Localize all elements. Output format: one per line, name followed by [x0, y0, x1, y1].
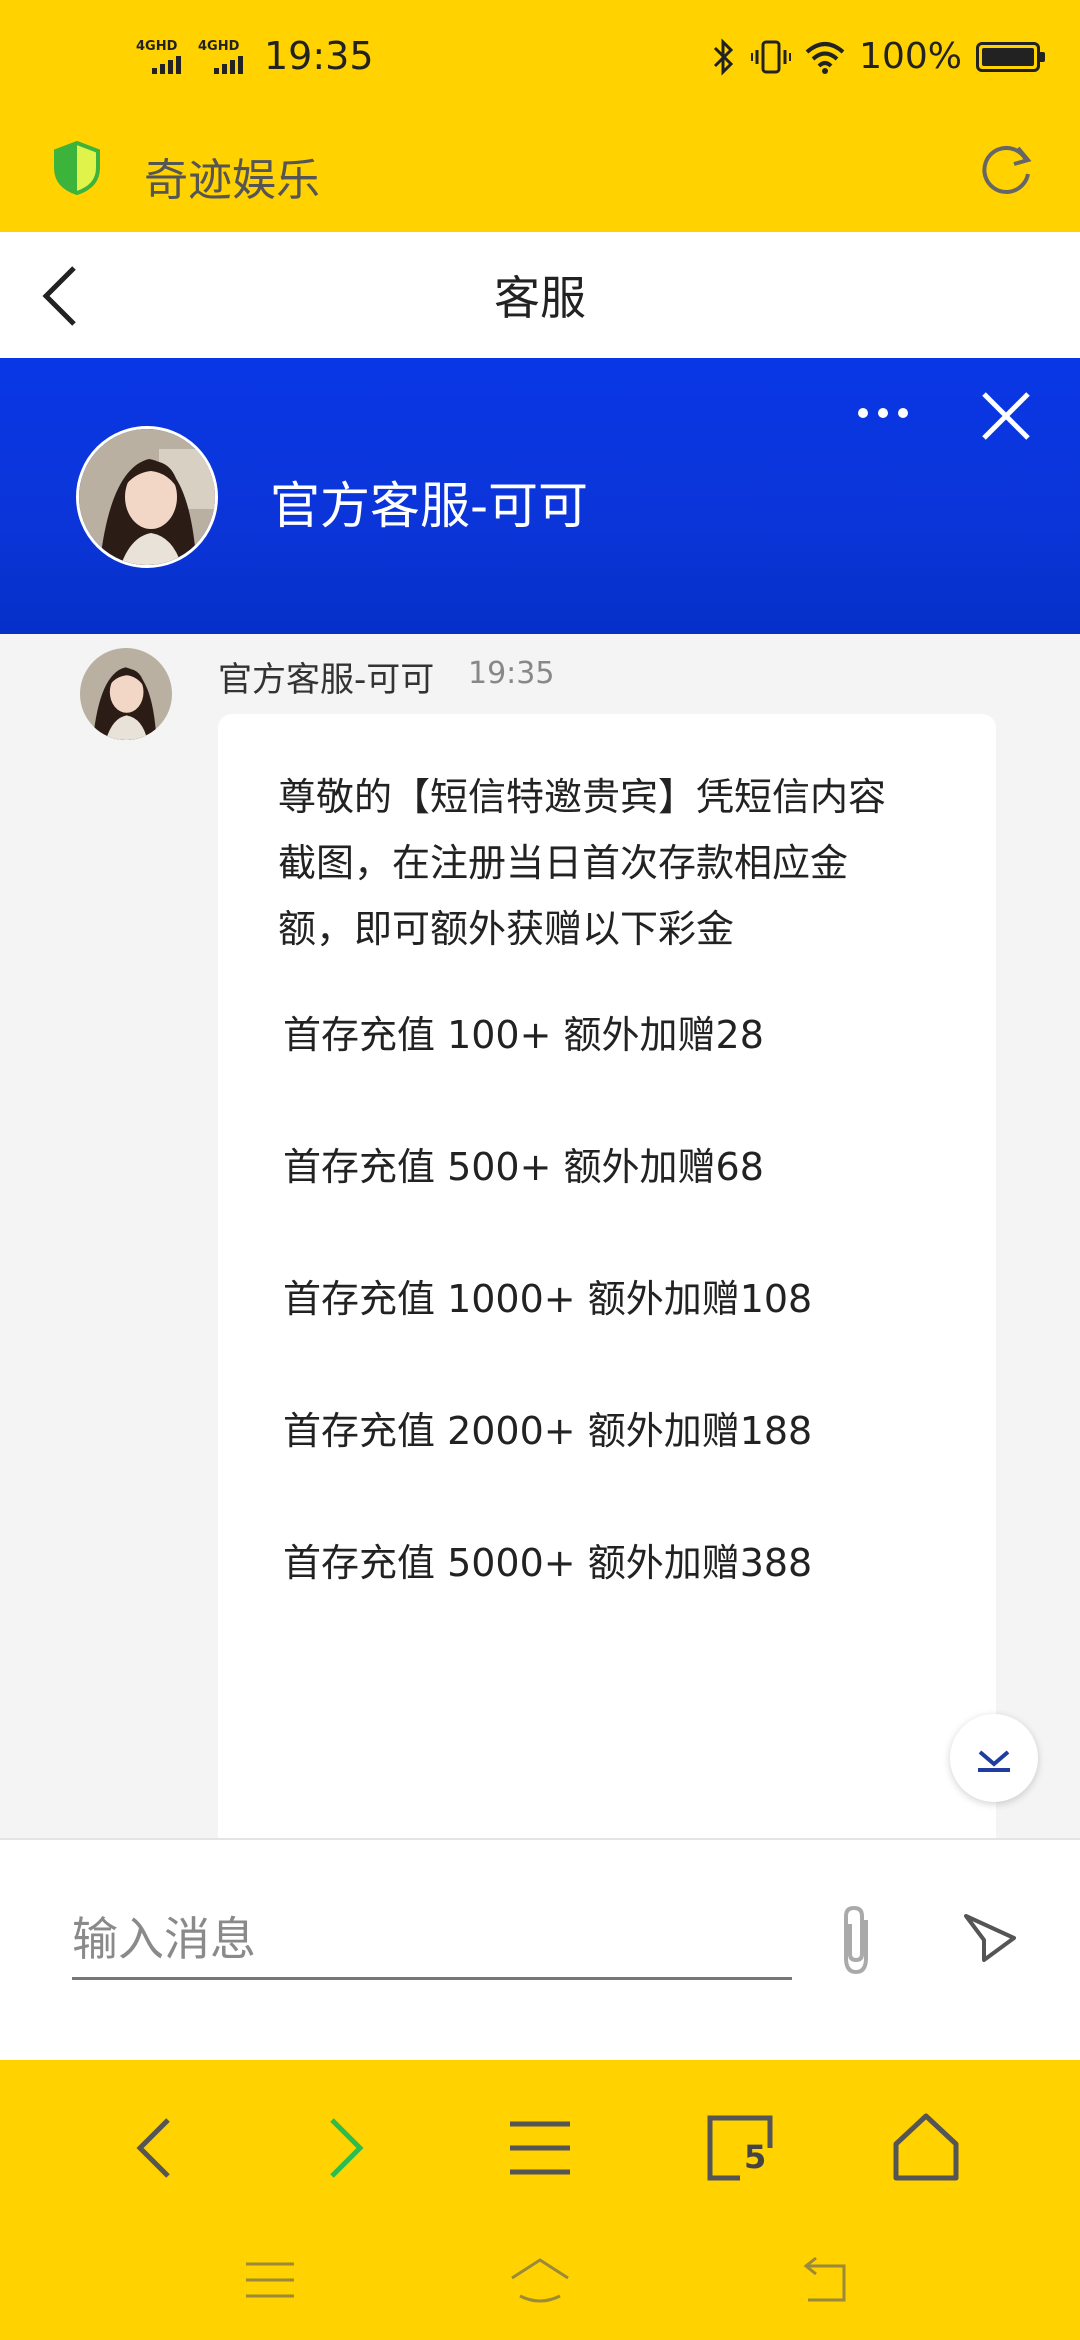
back-icon[interactable] [118, 2108, 198, 2188]
signal-icon-2 [214, 56, 243, 74]
message-list[interactable]: 官方客服-可可 19:35 尊敬的【短信特邀贵宾】凭短信内容截图，在注册当日首次… [0, 634, 1080, 1838]
bonus-line: 首存充值 1000+ 额外加赠108 [283, 1277, 813, 1321]
tabs-icon [707, 2115, 773, 2181]
system-home-icon[interactable] [508, 2250, 572, 2310]
chevron-down-icon [978, 1750, 1010, 1772]
battery-percent: 100% [859, 36, 962, 77]
shield-icon [54, 140, 100, 196]
message-input[interactable] [72, 1900, 792, 1980]
system-nav-bar [0, 2220, 1080, 2340]
forward-icon[interactable] [302, 2108, 382, 2188]
page-header: 客服 [0, 232, 1080, 358]
browser-title-bar: 奇迹娱乐 [0, 120, 1080, 232]
status-time: 19:35 [264, 34, 374, 78]
battery-icon [976, 41, 1045, 72]
agent-name: 官方客服-可可 [270, 477, 589, 535]
wifi-icon [805, 41, 845, 74]
tabs-button[interactable]: 5 [700, 2108, 780, 2188]
message-time: 19:35 [468, 656, 555, 691]
paperclip-icon[interactable] [832, 1902, 884, 1978]
menu-icon[interactable] [500, 2108, 580, 2188]
sender-avatar [80, 648, 172, 740]
site-title: 奇迹娱乐 [144, 155, 320, 206]
recent-apps-icon[interactable] [240, 2250, 300, 2310]
agent-avatar [76, 426, 218, 568]
tab-count: 5 [744, 2138, 767, 2176]
send-icon[interactable] [960, 1908, 1020, 1968]
message-sender: 官方客服-可可 [218, 660, 435, 700]
home-icon[interactable] [886, 2108, 966, 2188]
status-bar: 4GHD 4GHD 19:35 100% [0, 0, 1080, 120]
bonus-line: 首存充值 5000+ 额外加赠388 [283, 1541, 813, 1585]
system-back-icon[interactable] [796, 2250, 856, 2310]
bluetooth-icon [714, 37, 734, 76]
network-label-1: 4GHD [136, 39, 178, 54]
bonus-line: 首存充值 500+ 额外加赠68 [283, 1145, 764, 1189]
chat-header: 官方客服-可可 [0, 358, 1080, 634]
more-options-icon[interactable] [858, 408, 908, 418]
message-intro: 尊敬的【短信特邀贵宾】凭短信内容截图，在注册当日首次存款相应金额，即可额外获赠以… [278, 775, 887, 951]
close-icon[interactable] [978, 388, 1034, 444]
page-title: 客服 [494, 271, 586, 325]
bonus-line: 首存充值 100+ 额外加赠28 [283, 1013, 764, 1057]
composer [0, 1838, 1080, 2060]
message-bubble: 尊敬的【短信特邀贵宾】凭短信内容截图，在注册当日首次存款相应金额，即可额外获赠以… [218, 714, 996, 1838]
scroll-to-bottom-button[interactable] [950, 1714, 1038, 1802]
bonus-line: 首存充值 2000+ 额外加赠188 [283, 1409, 813, 1453]
vibrate-icon [751, 40, 792, 73]
network-label-2: 4GHD [198, 39, 240, 54]
status-right: 100% [711, 36, 1045, 77]
reload-icon[interactable] [978, 138, 1038, 198]
browser-nav-bar: 5 [0, 2060, 1080, 2220]
signal-icon-1 [152, 56, 181, 74]
